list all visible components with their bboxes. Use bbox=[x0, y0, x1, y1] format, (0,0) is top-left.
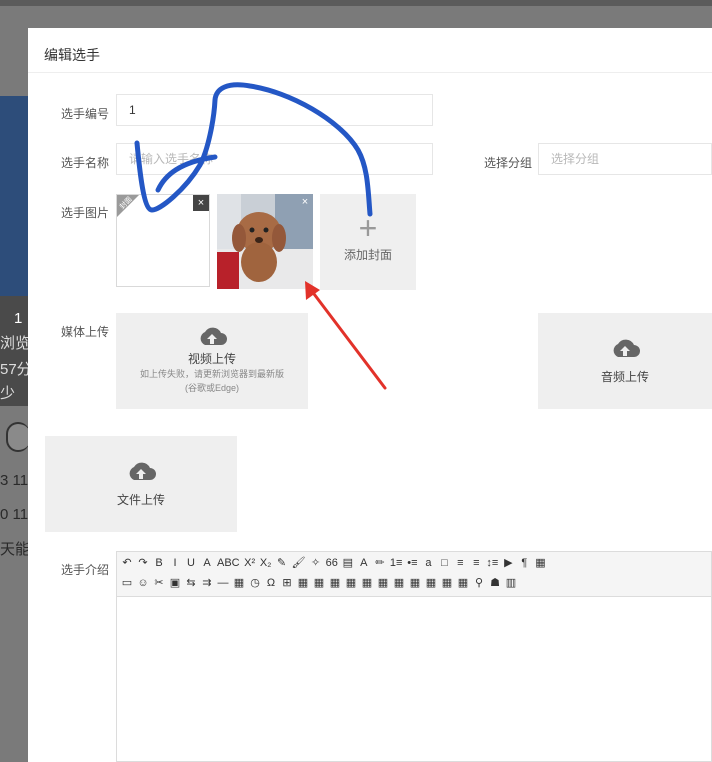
intro-editor[interactable] bbox=[116, 597, 712, 762]
toolbar-button[interactable]: ≡ bbox=[454, 557, 466, 569]
toolbar-button[interactable]: •≡ bbox=[406, 557, 418, 569]
toolbar-button[interactable]: ▦ bbox=[393, 576, 405, 589]
toolbar-button[interactable]: ✏ bbox=[374, 556, 386, 569]
toolbar-button[interactable]: 🖌 bbox=[292, 556, 306, 569]
toolbar-button[interactable]: ▦ bbox=[233, 576, 245, 589]
modal-header: 编辑选手 bbox=[28, 28, 712, 73]
image-thumb-blank[interactable]: 封面 × bbox=[116, 194, 210, 287]
video-upload-hint-browsers: (谷歌或Edge) bbox=[184, 383, 239, 393]
background-button bbox=[6, 422, 30, 452]
toolbar-button[interactable]: ▦ bbox=[313, 576, 325, 589]
toolbar-button[interactable]: ▦ bbox=[377, 576, 389, 589]
add-cover-label: 添加封面 bbox=[343, 248, 392, 262]
modal-title: 编辑选手 bbox=[44, 47, 100, 63]
toolbar-button[interactable]: 66 bbox=[326, 557, 338, 569]
toolbar-button[interactable]: Ω bbox=[265, 577, 277, 589]
background-text: 1 bbox=[14, 310, 23, 327]
name-input[interactable]: 请输入选手名称 bbox=[116, 143, 433, 175]
toolbar-button[interactable]: ¶ bbox=[518, 557, 530, 569]
toolbar-button[interactable]: ⇉ bbox=[201, 576, 213, 589]
toolbar-button[interactable]: □ bbox=[438, 557, 450, 569]
background-text: 天能 bbox=[0, 541, 31, 558]
toolbar-button[interactable]: a bbox=[422, 557, 434, 569]
background-text: 57分 bbox=[0, 361, 32, 378]
video-upload-title: 视频上传 bbox=[187, 352, 236, 366]
toolbar-button[interactable]: ⊞ bbox=[281, 576, 293, 589]
toolbar-button[interactable]: I bbox=[169, 557, 181, 569]
group-select[interactable]: 选择分组 bbox=[538, 143, 712, 175]
toolbar-button[interactable]: ▭ bbox=[121, 576, 133, 589]
video-upload-hint: 如上传失败，请更新浏览器到最新版 bbox=[139, 369, 284, 379]
toolbar-button[interactable]: U bbox=[185, 557, 197, 569]
toolbar-button[interactable]: ✎ bbox=[276, 556, 288, 569]
image-thumb-dog[interactable]: × bbox=[217, 194, 313, 289]
toolbar-button[interactable]: ▦ bbox=[361, 576, 373, 589]
toolbar-button[interactable]: ▤ bbox=[342, 556, 354, 569]
background-text: 少 bbox=[0, 385, 16, 402]
cloud-upload-icon bbox=[129, 462, 156, 480]
cloud-upload-icon bbox=[200, 327, 227, 345]
intro-label: 选手介绍 bbox=[61, 563, 110, 577]
toolbar-button[interactable]: ✂ bbox=[153, 576, 165, 589]
toolbar-button[interactable]: ≡ bbox=[470, 557, 482, 569]
number-label: 选手编号 bbox=[61, 107, 110, 121]
toolbar-row-1: ↶ ↷ B I U A ABC X² X₂ ✎ 🖌 ✧ 66 ▤ A ✏ 1≡ •≡ a □ ≡ ≡ ↕≡ ▶ ¶ ▦ bbox=[121, 556, 550, 576]
toolbar-button[interactable]: ▦ bbox=[534, 556, 546, 569]
video-upload-button[interactable]: 视频上传 如上传失败，请更新浏览器到最新版 (谷歌或Edge) bbox=[116, 313, 308, 409]
remove-image-button[interactable]: × bbox=[193, 195, 209, 211]
media-label: 媒体上传 bbox=[61, 325, 110, 339]
toolbar-button[interactable]: A bbox=[358, 557, 370, 569]
toolbar-button[interactable]: ⇆ bbox=[185, 576, 197, 589]
toolbar-button[interactable]: ↷ bbox=[137, 556, 149, 569]
toolbar-button[interactable]: ▥ bbox=[505, 576, 517, 589]
editor-toolbar: ↶ ↷ B I U A ABC X² X₂ ✎ 🖌 ✧ 66 ▤ A ✏ 1≡ •≡ a □ ≡ ≡ ↕≡ ▶ ¶ ▦ ▭ ☺ ✂ ▣ ⇆… bbox=[116, 551, 712, 597]
background-text: 浏览 bbox=[0, 335, 31, 352]
toolbar-button[interactable]: A bbox=[201, 557, 213, 569]
toolbar-button[interactable]: ▦ bbox=[425, 576, 437, 589]
toolbar-button[interactable]: ABC bbox=[217, 557, 240, 569]
toolbar-row-2: ▭ ☺ ✂ ▣ ⇆ ⇉ — ▦ ◷ Ω ⊞ ▦ ▦ ▦ ▦ ▦ ▦ ▦ ▦ ▦ ▦ ▦ ⚲ ☗ ▥ bbox=[121, 576, 521, 596]
toolbar-button[interactable]: X₂ bbox=[260, 557, 272, 569]
toolbar-button[interactable]: ☗ bbox=[489, 576, 501, 589]
file-upload-title: 文件上传 bbox=[116, 493, 165, 507]
toolbar-button[interactable]: ⚲ bbox=[473, 576, 485, 589]
toolbar-button[interactable]: ▦ bbox=[297, 576, 309, 589]
toolbar-button[interactable]: ▦ bbox=[409, 576, 421, 589]
plus-icon: + bbox=[358, 210, 378, 246]
toolbar-button[interactable]: ▦ bbox=[457, 576, 469, 589]
toolbar-button[interactable]: — bbox=[217, 577, 229, 589]
toolbar-button[interactable]: ▦ bbox=[345, 576, 357, 589]
toolbar-button[interactable]: ↕≡ bbox=[486, 557, 498, 569]
remove-image-button[interactable]: × bbox=[297, 194, 313, 210]
cloud-upload-icon bbox=[613, 339, 640, 357]
background-banner bbox=[0, 96, 28, 296]
toolbar-button[interactable]: ▦ bbox=[441, 576, 453, 589]
toolbar-button[interactable]: ↶ bbox=[121, 556, 133, 569]
image-label: 选手图片 bbox=[61, 206, 110, 220]
file-upload-button[interactable]: 文件上传 bbox=[45, 436, 237, 532]
audio-upload-title: 音频上传 bbox=[600, 370, 649, 384]
group-label: 选择分组 bbox=[484, 156, 533, 170]
toolbar-button[interactable]: ◷ bbox=[249, 576, 261, 589]
toolbar-button[interactable]: ▶ bbox=[502, 556, 514, 569]
toolbar-button[interactable]: ▣ bbox=[169, 576, 181, 589]
toolbar-button[interactable]: B bbox=[153, 557, 165, 569]
add-cover-button[interactable]: + 添加封面 bbox=[320, 194, 416, 290]
toolbar-button[interactable]: 1≡ bbox=[390, 557, 403, 569]
toolbar-button[interactable]: X² bbox=[244, 557, 256, 569]
toolbar-button[interactable]: ☺ bbox=[137, 577, 149, 589]
audio-upload-button[interactable]: 音频上传 bbox=[538, 313, 712, 409]
toolbar-button[interactable]: ▦ bbox=[329, 576, 341, 589]
number-input[interactable]: 1 bbox=[116, 94, 433, 126]
toolbar-button[interactable]: ✧ bbox=[310, 556, 322, 569]
name-label: 选手名称 bbox=[61, 156, 110, 170]
edit-player-modal: 编辑选手 选手编号 1 选手名称 请输入选手名称 选择分组 选择分组 选手图片 … bbox=[28, 28, 712, 762]
